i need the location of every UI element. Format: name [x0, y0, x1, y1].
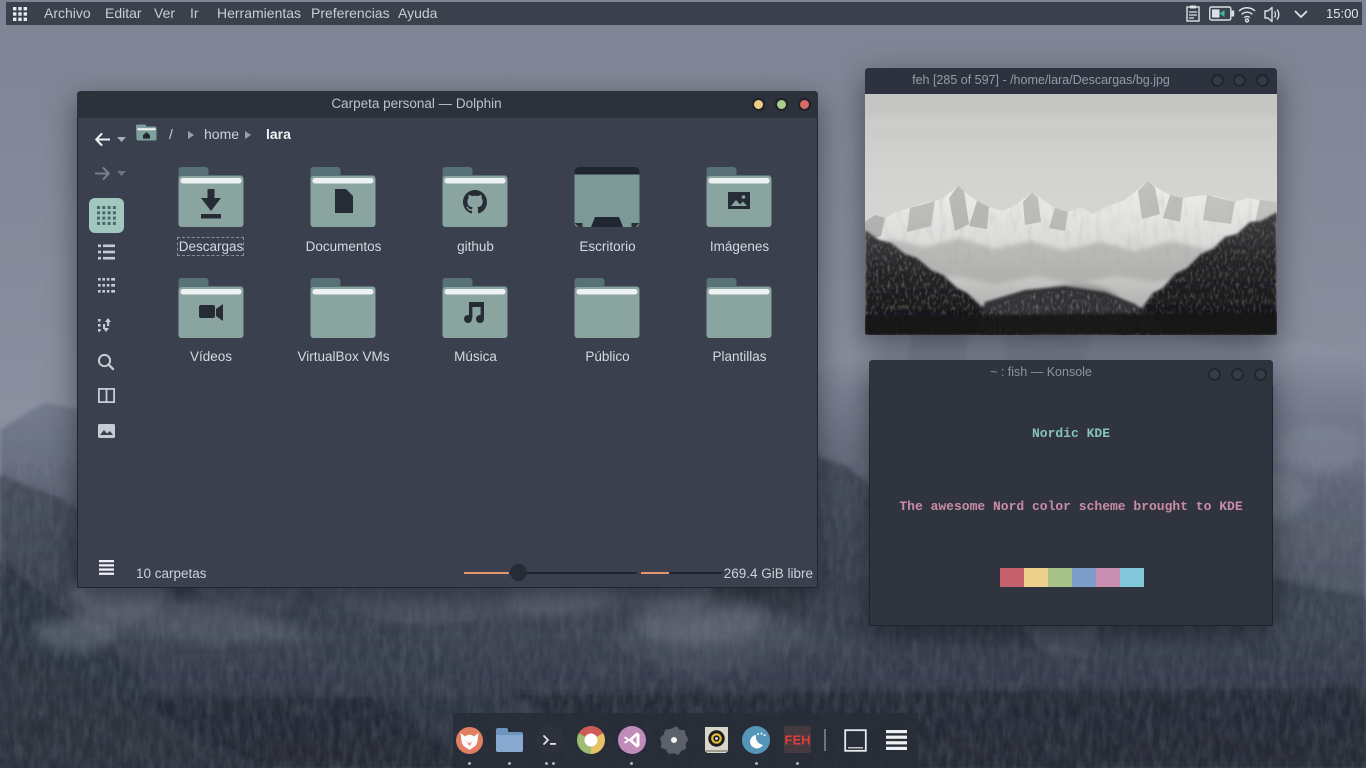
- svg-text:FEH: FEH: [785, 733, 811, 748]
